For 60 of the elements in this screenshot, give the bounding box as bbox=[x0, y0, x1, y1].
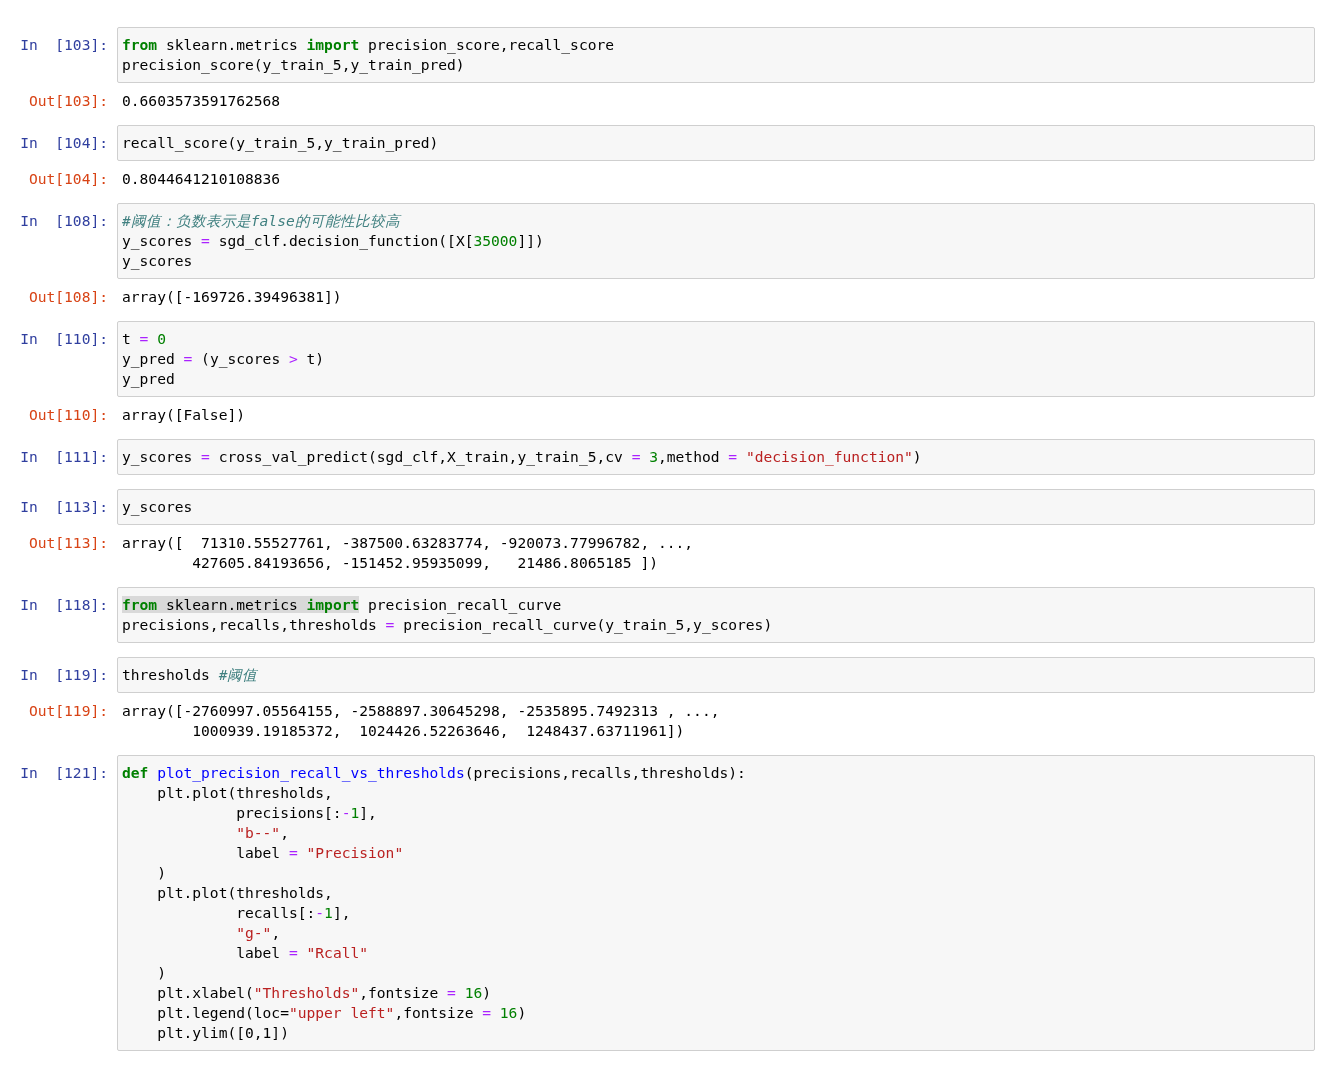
input-prompt: In [113]: bbox=[19, 497, 109, 517]
code-line: y_pred = (y_scores > t) bbox=[122, 349, 325, 369]
output-prompt: Out[119]: bbox=[27, 701, 109, 721]
code-line: from sklearn.metrics import precision_score,recall_score bbox=[122, 35, 615, 55]
code-line: plt.plot(thresholds, bbox=[156, 783, 333, 803]
code-line: plt.xlabel("Thresholds",fontsize = 16) bbox=[156, 983, 492, 1003]
code-cell[interactable]: #阈值：负数表示是false的可能性比较高 y_scores = sgd_clf.decision_function([X[35000]]) y_scores bbox=[117, 203, 1315, 279]
output-line: array([False]) bbox=[122, 405, 245, 425]
output-prompt: Out[108]: bbox=[27, 287, 109, 307]
input-prompt: In [119]: bbox=[19, 665, 109, 685]
output-line: array([-2760997.05564155, -2588897.30645298, -2535895.7492313 , ..., bbox=[122, 701, 720, 721]
output-line: 1000939.19185372, 1024426.52263646, 1248437.63711961]) bbox=[191, 721, 685, 741]
code-line: y_scores = cross_val_predict(sgd_clf,X_train,y_train_5,cv = 3,method = "decision_function") bbox=[122, 447, 922, 467]
output-line: 427605.84193656, -151452.95935099, 21486.8065185 ]) bbox=[191, 553, 658, 573]
code-line: y_pred bbox=[122, 369, 175, 389]
code-line: "g-", bbox=[235, 923, 281, 943]
code-line: plt.legend(loc="upper left",fontsize = 16) bbox=[156, 1003, 527, 1023]
code-cell[interactable]: y_scores bbox=[117, 489, 1315, 525]
output-prompt: Out[110]: bbox=[27, 405, 109, 425]
input-prompt: In [118]: bbox=[19, 595, 109, 615]
output-line: 0.8044641210108836 bbox=[122, 169, 281, 189]
code-line: "b--", bbox=[235, 823, 289, 843]
code-cell[interactable]: from sklearn.metrics import precision_recall_curve precisions,recalls,thresholds = precision_recall_curve(y_train_5,y_scores) bbox=[117, 587, 1315, 643]
input-prompt: In [108]: bbox=[19, 211, 109, 231]
input-prompt: In [121]: bbox=[19, 763, 109, 783]
input-prompt: In [104]: bbox=[19, 133, 109, 153]
output-prompt: Out[113]: bbox=[27, 533, 109, 553]
input-prompt: In [103]: bbox=[19, 35, 109, 55]
output-line: array([-169726.39496381]) bbox=[122, 287, 342, 307]
output-prompt: Out[103]: bbox=[27, 91, 109, 111]
code-cell[interactable]: t = 0 y_pred = (y_scores > t) y_pred bbox=[117, 321, 1315, 397]
code-cell[interactable]: y_scores = cross_val_predict(sgd_clf,X_train,y_train_5,cv = 3,method = "decision_function") bbox=[117, 439, 1315, 475]
code-line: y_scores bbox=[122, 497, 193, 517]
output-prompt: Out[104]: bbox=[27, 169, 109, 189]
output-line: array([ 71310.55527761, -387500.63283774, -920073.77996782, ..., bbox=[122, 533, 694, 553]
code-line: def plot_precision_recall_vs_thresholds(precisions,recalls,thresholds): bbox=[122, 763, 746, 783]
code-line: precisions[:-1], bbox=[235, 803, 377, 823]
code-cell[interactable]: from sklearn.metrics import precision_score,recall_score precision_score(y_train_5,y_train_pred) bbox=[117, 27, 1315, 83]
code-line: label = "Rcall" bbox=[235, 943, 369, 963]
code-line: t = 0 bbox=[122, 329, 166, 349]
code-line: y_scores bbox=[122, 251, 193, 271]
code-line: ) bbox=[156, 963, 166, 983]
code-cell[interactable]: recall_score(y_train_5,y_train_pred) bbox=[117, 125, 1315, 161]
code-line: thresholds #阈值 bbox=[122, 665, 258, 685]
code-cell[interactable]: thresholds #阈值 bbox=[117, 657, 1315, 693]
code-line: label = "Precision" bbox=[235, 843, 404, 863]
code-line: plt.ylim([0,1]) bbox=[156, 1023, 289, 1043]
code-line: precisions,recalls,thresholds = precision_recall_curve(y_train_5,y_scores) bbox=[122, 615, 773, 635]
code-line: recall_score(y_train_5,y_train_pred) bbox=[122, 133, 439, 153]
code-line: ) bbox=[156, 863, 166, 883]
code-line: plt.plot(thresholds, bbox=[156, 883, 333, 903]
code-line: recalls[:-1], bbox=[235, 903, 351, 923]
code-line: y_scores = sgd_clf.decision_function([X[35000]]) bbox=[122, 231, 544, 251]
input-prompt: In [111]: bbox=[19, 447, 109, 467]
code-line: #阈值：负数表示是false的可能性比较高 bbox=[122, 211, 400, 231]
code-line: from sklearn.metrics import precision_recall_curve bbox=[122, 595, 562, 615]
output-line: 0.6603573591762568 bbox=[122, 91, 281, 111]
code-cell[interactable] bbox=[117, 755, 1315, 1051]
input-prompt: In [110]: bbox=[19, 329, 109, 349]
code-line: precision_score(y_train_5,y_train_pred) bbox=[122, 55, 465, 75]
